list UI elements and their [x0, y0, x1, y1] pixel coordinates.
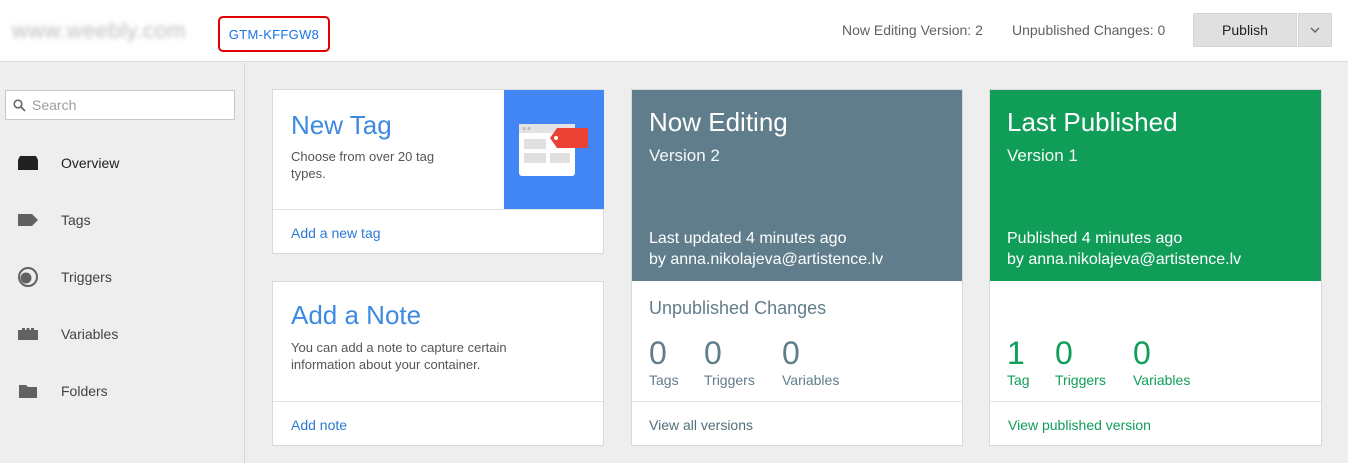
- now-editing-updated: Last updated 4 minutes ago by anna.nikol…: [649, 228, 883, 270]
- stat-variables[interactable]: 0 Variables: [782, 336, 839, 388]
- search-input[interactable]: [32, 97, 222, 113]
- trigger-icon: [17, 267, 39, 287]
- new-tag-title[interactable]: New Tag: [291, 110, 392, 141]
- sidebar-item-triggers[interactable]: Triggers: [0, 257, 244, 297]
- sidebar-item-label: Triggers: [61, 269, 112, 285]
- now-editing-card: Now Editing Version 2 Last updated 4 min…: [631, 89, 963, 446]
- tag-icon: [17, 210, 39, 230]
- last-updated-text: Last updated 4 minutes ago: [649, 230, 847, 247]
- publish-options-button[interactable]: [1298, 13, 1332, 47]
- last-published-version: Version 1: [1007, 146, 1078, 165]
- now-editing-version: Version 2: [649, 146, 720, 165]
- stat-tags[interactable]: 0 Tags: [649, 336, 679, 388]
- sidebar-item-label: Variables: [61, 326, 119, 342]
- sidebar-item-tags[interactable]: Tags: [0, 200, 244, 240]
- search-icon: [6, 98, 32, 112]
- new-tag-description: Choose from over 20 tag types.: [291, 149, 435, 181]
- author-text: by anna.nikolajeva@artistence.lv: [649, 251, 884, 268]
- unpublished-changes-status: Unpublished Changes: 0: [1012, 22, 1166, 38]
- last-published-updated: Published 4 minutes ago by anna.nikolaje…: [1007, 228, 1241, 270]
- view-published-version-link[interactable]: View published version: [1008, 417, 1151, 433]
- view-all-versions-link[interactable]: View all versions: [649, 417, 753, 433]
- variables-icon: [17, 324, 39, 344]
- divider: [632, 401, 962, 402]
- folder-icon: [17, 381, 39, 401]
- stat-triggers[interactable]: 0 Triggers: [1055, 336, 1106, 388]
- author-text: by anna.nikolajeva@artistence.lv: [1007, 251, 1242, 268]
- top-bar: www.weebly.com GTM-KFFGW8 Now Editing Ve…: [0, 0, 1348, 62]
- add-note-title[interactable]: Add a Note: [291, 300, 421, 331]
- stat-label: Triggers: [704, 372, 755, 388]
- add-note-description: You can add a note to capture certain in…: [291, 340, 507, 372]
- stat-variables[interactable]: 0 Variables: [1133, 336, 1190, 388]
- divider: [273, 401, 603, 402]
- stat-value: 0: [649, 335, 667, 371]
- sidebar-item-folders[interactable]: Folders: [0, 371, 244, 411]
- divider: [990, 401, 1321, 402]
- divider: [273, 209, 603, 210]
- stat-value: 1: [1007, 335, 1025, 371]
- sidebar: Overview Tags Triggers Variables Folders: [0, 63, 245, 463]
- stat-label: Triggers: [1055, 372, 1106, 388]
- publish-button[interactable]: Publish: [1193, 13, 1297, 47]
- container-id-link[interactable]: GTM-KFFGW8: [218, 16, 330, 52]
- new-tag-card: New Tag Choose from over 20 tag types. A…: [272, 89, 604, 254]
- add-note-card: Add a Note You can add a note to capture…: [272, 281, 604, 446]
- sidebar-item-variables[interactable]: Variables: [0, 314, 244, 354]
- add-new-tag-link[interactable]: Add a new tag: [291, 225, 381, 241]
- tag-illustration-icon: [519, 124, 588, 176]
- sidebar-item-overview[interactable]: Overview: [0, 143, 244, 183]
- site-name: www.weebly.com: [12, 18, 187, 43]
- add-note-link[interactable]: Add note: [291, 417, 347, 433]
- now-editing-header: Now Editing Version 2 Last updated 4 min…: [632, 90, 962, 281]
- search-box[interactable]: [5, 90, 235, 120]
- chevron-down-icon: [1310, 27, 1320, 33]
- stat-value: 0: [1055, 335, 1073, 371]
- stat-value: 0: [1133, 335, 1151, 371]
- sidebar-item-label: Overview: [61, 155, 120, 171]
- stat-label: Variables: [782, 372, 840, 388]
- last-published-header: Last Published Version 1 Published 4 min…: [990, 90, 1321, 281]
- editing-version-status: Now Editing Version: 2: [842, 22, 983, 38]
- stat-label: Variables: [1133, 372, 1191, 388]
- stat-label: Tags: [649, 372, 679, 388]
- stat-value: 0: [704, 335, 722, 371]
- stat-label: Tag: [1007, 372, 1030, 388]
- sidebar-item-label: Tags: [61, 212, 91, 228]
- last-published-title: Last Published: [1007, 107, 1178, 137]
- sidebar-item-label: Folders: [61, 383, 108, 399]
- new-tag-banner[interactable]: [504, 90, 604, 209]
- now-editing-title: Now Editing: [649, 107, 788, 137]
- stat-tags[interactable]: 1 Tag: [1007, 336, 1030, 388]
- published-time-text: Published 4 minutes ago: [1007, 230, 1183, 247]
- stat-triggers[interactable]: 0 Triggers: [704, 336, 755, 388]
- stat-value: 0: [782, 335, 800, 371]
- overview-icon: [17, 153, 39, 173]
- unpublished-changes-title: Unpublished Changes: [649, 298, 827, 318]
- last-published-card: Last Published Version 1 Published 4 min…: [989, 89, 1322, 446]
